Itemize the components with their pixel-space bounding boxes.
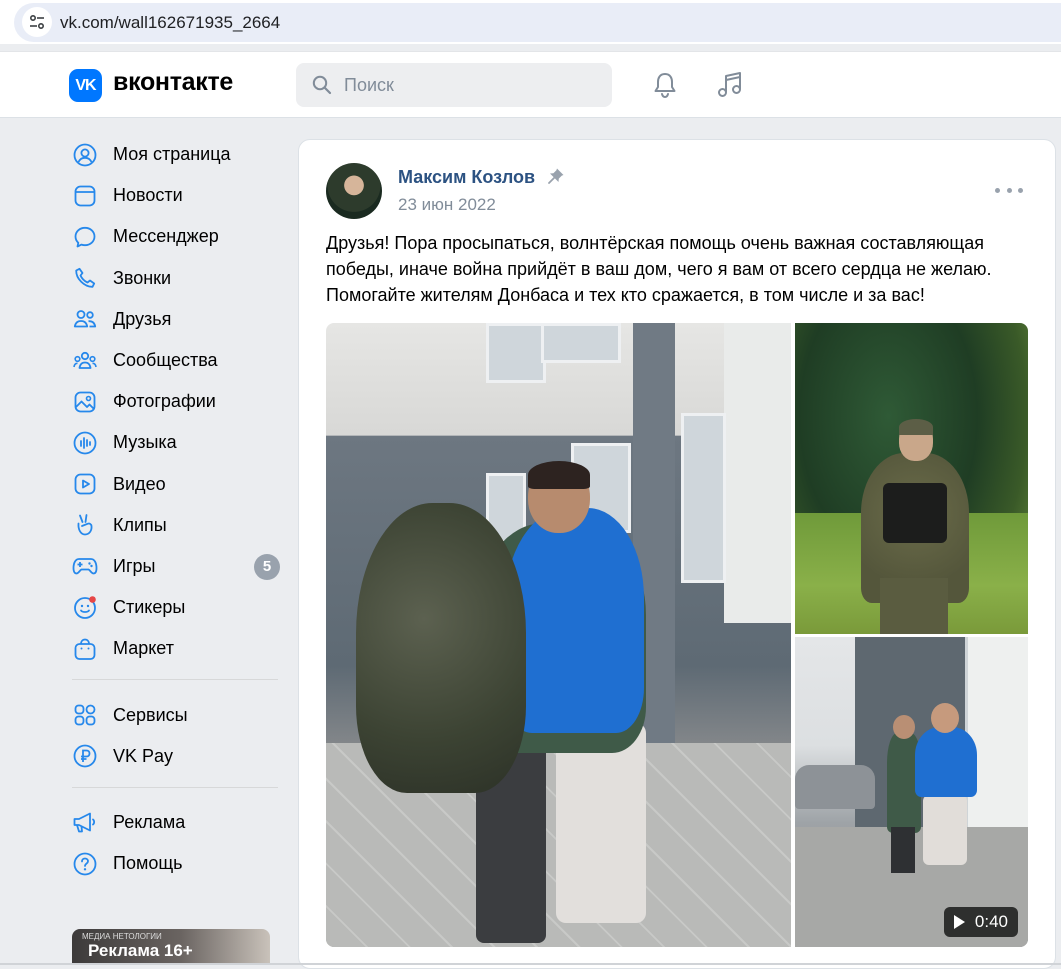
sidebar-item-friends[interactable]: Друзья — [62, 299, 288, 340]
sidebar-item-label: VK Pay — [113, 745, 174, 766]
games-count-badge: 5 — [254, 553, 280, 580]
sidebar-item-label: Новости — [113, 185, 183, 206]
help-icon — [72, 851, 98, 877]
url-field[interactable]: vk.com/wall162671935_2664 — [14, 3, 1061, 42]
author-name[interactable]: Максим Козлов — [398, 167, 535, 187]
music-note-icon[interactable] — [715, 70, 745, 100]
gamepad-icon — [72, 553, 98, 579]
sidebar-item-photos[interactable]: Фотографии — [62, 381, 288, 422]
video-icon — [72, 471, 98, 497]
post-text: Друзья! Пора просыпаться, волнтёрская по… — [326, 233, 992, 305]
post-photo-2[interactable] — [795, 323, 1028, 634]
megaphone-icon — [72, 809, 98, 835]
sidebar-item-services[interactable]: Сервисы — [62, 694, 288, 735]
sidebar-divider — [72, 786, 278, 788]
author-avatar[interactable] — [326, 163, 382, 219]
user-circle-icon — [72, 142, 98, 168]
sidebar-item-label: Друзья — [113, 308, 172, 329]
sidebar-item-label: Маркет — [113, 638, 174, 659]
sticker-icon — [72, 595, 98, 621]
sidebar-item-communities[interactable]: Сообщества — [62, 340, 288, 381]
site-info-icon[interactable] — [22, 7, 52, 37]
clips-icon — [72, 512, 98, 538]
search-box[interactable] — [296, 63, 612, 107]
sidebar-item-label: Моя страница — [113, 144, 231, 165]
post-video[interactable]: 0:40 — [795, 637, 1028, 947]
more-options-icon[interactable] — [995, 180, 1023, 200]
vk-logo-icon[interactable]: VK — [69, 69, 102, 102]
vk-header: VK вконтакте — [0, 52, 1061, 118]
sidebar-item-clips[interactable]: Клипы — [62, 505, 288, 546]
sidebar-item-label: Клипы — [113, 514, 167, 535]
sidebar-item-video[interactable]: Видео — [62, 464, 288, 505]
play-icon — [953, 915, 965, 929]
search-input[interactable] — [344, 63, 594, 107]
sidebar-item-music[interactable]: Музыка — [62, 422, 288, 463]
market-bag-icon — [72, 636, 98, 662]
sidebar-item-my-page[interactable]: Моя страница — [62, 134, 288, 175]
communities-icon — [72, 348, 98, 374]
search-icon — [312, 75, 332, 95]
message-bubble-icon — [72, 224, 98, 250]
sidebar-item-calls[interactable]: Звонки — [62, 258, 288, 299]
services-grid-icon — [72, 702, 98, 728]
sidebar-divider — [72, 679, 278, 681]
sidebar-item-label: Музыка — [113, 432, 177, 453]
sidebar-item-label: Сообщества — [113, 350, 218, 371]
vkpay-icon — [72, 743, 98, 769]
ad-label: Реклама 16+ — [88, 941, 193, 960]
phone-icon — [72, 265, 98, 291]
photo-icon — [72, 389, 98, 415]
sidebar-item-label: Игры — [113, 555, 156, 576]
sidebar-item-news[interactable]: Новости — [62, 175, 288, 216]
sidebar-item-label: Сервисы — [113, 704, 188, 725]
sidebar-item-games[interactable]: Игры 5 — [62, 546, 288, 587]
left-sidebar: Моя страница Новости Мессенджер Звонки Д… — [62, 134, 288, 884]
sidebar-item-label: Звонки — [113, 267, 172, 288]
sidebar-item-label: Видео — [113, 473, 166, 494]
sidebar-ad-banner[interactable]: МЕДИА НЕТОЛОГИИ Реклама 16+ — [72, 929, 270, 965]
sidebar-item-label: Фотографии — [113, 391, 216, 412]
music-icon — [72, 430, 98, 456]
sidebar-item-market[interactable]: Маркет — [62, 628, 288, 669]
sidebar-item-help[interactable]: Помощь — [62, 843, 288, 884]
post-author[interactable]: Максим Козлов — [398, 167, 565, 188]
sidebar-item-label: Реклама — [113, 811, 186, 832]
video-duration: 0:40 — [974, 912, 1008, 931]
sidebar-item-messenger[interactable]: Мессенджер — [62, 216, 288, 257]
post-photo-1[interactable] — [326, 323, 791, 947]
sidebar-item-stickers[interactable]: Стикеры — [62, 587, 288, 628]
sidebar-item-vk-pay[interactable]: VK Pay — [62, 736, 288, 777]
sidebar-item-label: Помощь — [113, 853, 183, 874]
video-duration-badge[interactable]: 0:40 — [943, 907, 1018, 937]
bell-icon[interactable] — [650, 70, 680, 100]
pin-icon — [548, 168, 564, 184]
wall-post: Максим Козлов 23 июн 2022 Друзья! Пора п… — [298, 139, 1056, 969]
url-text: vk.com/wall162671935_2664 — [60, 13, 281, 32]
friends-icon — [72, 306, 98, 332]
logo-text[interactable]: вконтакте — [113, 68, 233, 97]
browser-address-bar: vk.com/wall162671935_2664 — [0, 0, 1061, 44]
ad-brand-text: МЕДИА НЕТОЛОГИИ — [82, 932, 162, 941]
sidebar-item-label: Мессенджер — [113, 226, 219, 247]
post-date[interactable]: 23 июн 2022 — [398, 195, 496, 215]
sidebar-item-label: Стикеры — [113, 597, 186, 618]
sidebar-item-ads[interactable]: Реклама — [62, 802, 288, 843]
news-icon — [72, 183, 98, 209]
